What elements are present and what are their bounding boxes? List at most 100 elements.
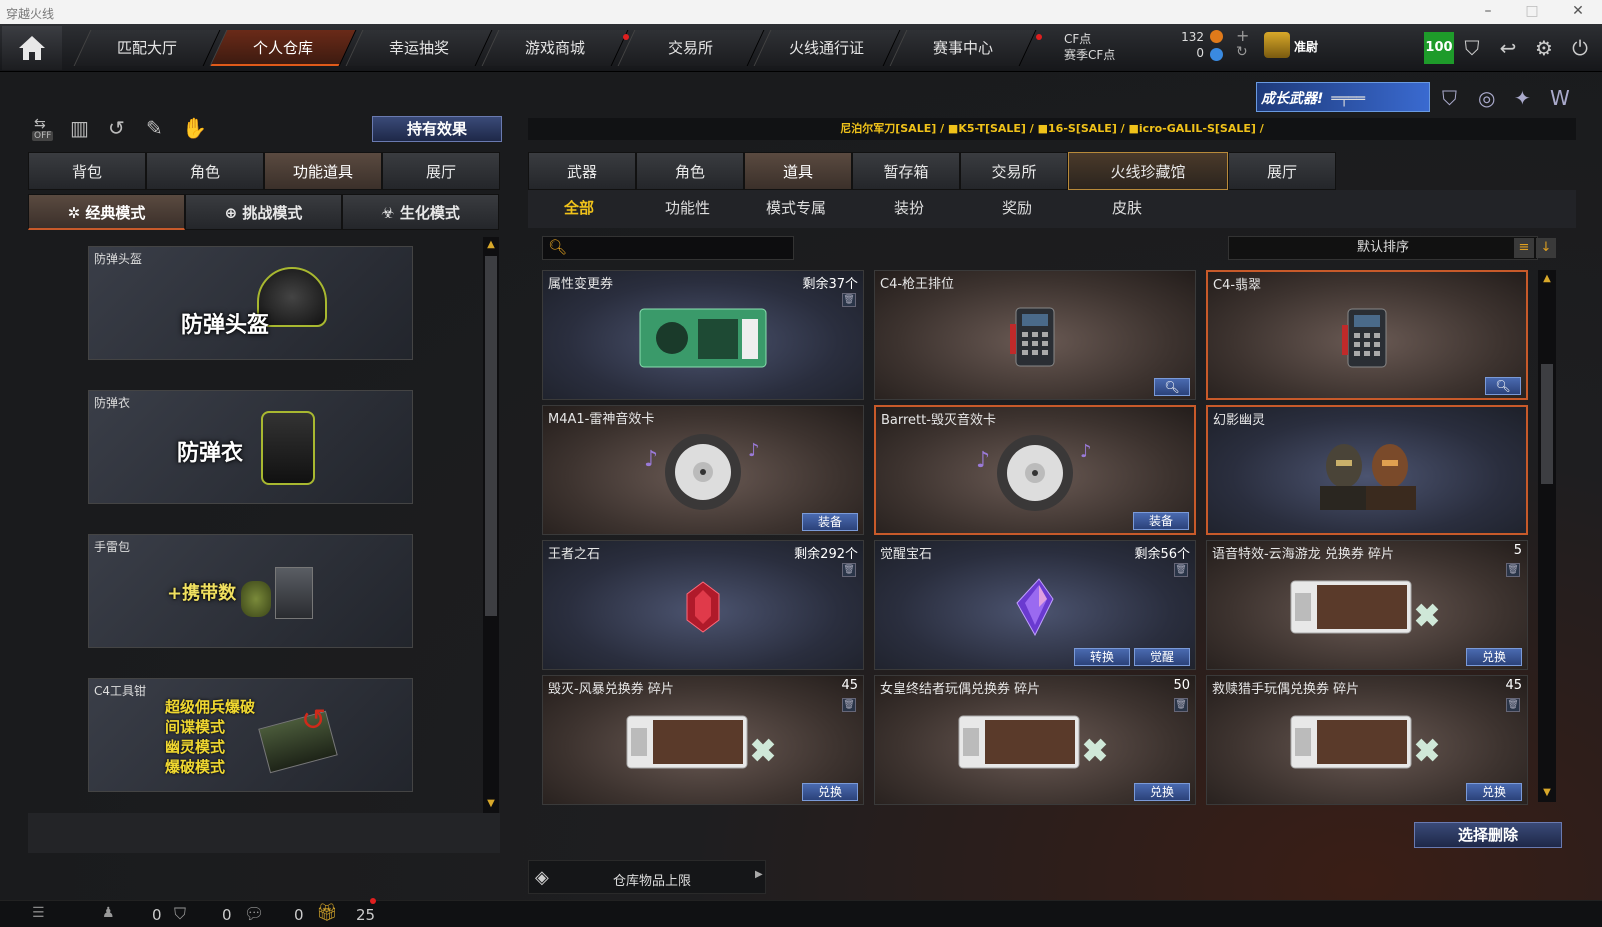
repair-icon[interactable]: ✎ [146,116,163,140]
grid-scroll-up-icon[interactable]: ▲ [1540,272,1554,286]
tab-character[interactable]: 角色 [146,152,264,190]
tab-showroom[interactable]: 展厅 [382,152,500,190]
tab-items[interactable]: 道具 [744,152,852,190]
search-box[interactable]: 🔍︎ [542,236,794,260]
equip-button[interactable]: 装备 [802,513,858,531]
gift-icon[interactable]: 🎁︎ [316,903,338,923]
sale-ticker[interactable]: 尼泊尔军刀[SALE] / ■K5-T[SALE] / ■16-S[SALE] … [528,118,1576,140]
sort-dropdown[interactable]: 默认排序 [1228,236,1538,260]
convert-button[interactable]: 转换 [1074,648,1130,666]
capacity-bar[interactable]: ◈ 仓库物品上限 ▶ [528,860,766,894]
tab-backpack[interactable]: 背包 [28,152,146,190]
right-scrollbar[interactable] [1538,270,1556,802]
magnify-icon[interactable]: 🔍︎ [1485,377,1521,395]
nav-game-shop[interactable]: 游戏商城 [481,30,629,66]
badge-icon-4[interactable]: W [1550,86,1570,110]
tab-function-items[interactable]: 功能道具 [264,152,382,190]
redeem-button[interactable]: 兑换 [1134,783,1190,801]
inventory-item[interactable]: 王者之石 剩余292个 🗑︎ [542,540,864,670]
grid-scroll-thumb[interactable] [1541,364,1553,484]
inventory-item[interactable]: C4-翡翠 🔍︎ [1206,270,1528,400]
cf-points-value: 132 [1181,30,1204,44]
clan-shield-icon[interactable]: ⛉ [174,904,186,924]
redeem-button[interactable]: 兑换 [1466,783,1522,801]
awaken-button[interactable]: 觉醒 [1134,648,1190,666]
select-delete-button[interactable]: 选择删除 [1414,822,1562,848]
tab-weapons[interactable]: 武器 [528,152,636,190]
red-arrow-icon: ↺ [301,703,327,738]
stats-icon[interactable]: ▥ [70,116,89,140]
home-button[interactable] [2,26,62,70]
subtab-rewards[interactable]: 奖励 [1002,197,1032,218]
inventory-item[interactable]: 属性变更券 剩余37个 🗑︎ [542,270,864,400]
scroll-down-icon[interactable]: ▼ [484,797,498,811]
mode-biochemical[interactable]: ☣ 生化模式 [342,194,499,230]
friends-icon[interactable]: ♟ [102,905,115,921]
badge-icon-3[interactable]: ✦ [1514,86,1531,110]
slot-grenade-pack[interactable]: 手雷包 +携带数 [88,534,413,648]
maximize-icon[interactable]: □ [1520,3,1544,19]
item-name: Barrett-毁灭音效卡 [881,413,996,428]
chat-icon[interactable]: 💬︎ [244,904,264,923]
redeem-button[interactable]: 兑换 [802,783,858,801]
inventory-item[interactable]: 语音特效-云海游龙 兑换券 碎片 5 🗑︎ 兑换 [1206,540,1528,670]
inventory-item[interactable]: 女皇终结者玩偶兑换券 碎片 50 🗑︎ 兑换 [874,675,1196,805]
inventory-item[interactable]: 毁灭-风暴兑换券 碎片 45 🗑︎ 兑换 [542,675,864,805]
inventory-item[interactable]: C4-枪王排位 🔍︎ [874,270,1196,400]
season-coin-icon [1210,48,1223,61]
scroll-up-icon[interactable]: ▲ [484,238,498,252]
nav-lucky-draw[interactable]: 幸运抽奖 [345,30,493,66]
menu-list-icon[interactable]: ☰ [32,905,45,921]
badge-icon-1[interactable]: ⛉ [1442,86,1457,110]
settings-gear-icon[interactable]: ⚙ [1530,34,1558,62]
power-icon[interactable]: ⏻ [1566,34,1594,62]
mode-classic[interactable]: ✲ 经典模式 [28,194,185,230]
nav-personal-warehouse[interactable]: 个人仓库 [209,30,357,66]
nav-battle-pass[interactable]: 火线通行证 [753,30,901,66]
add-cf-icon[interactable]: + [1236,26,1249,45]
badge-icon-2[interactable]: ◎ [1478,86,1495,110]
slot-helmet[interactable]: 防弹头盔 防弹头盔 [88,246,413,360]
search-input[interactable] [569,239,789,257]
subtab-functional[interactable]: 功能性 [665,197,710,218]
held-effects-button[interactable]: 持有效果 [372,116,502,142]
growth-weapon-banner[interactable]: 成长武器! ═╤══ [1256,82,1430,112]
tab-exchange[interactable]: 交易所 [960,152,1068,190]
inventory-item[interactable]: M4A1-雷神音效卡 ♪ ♪ 装备 [542,405,864,535]
magnify-icon[interactable]: 🔍︎ [1154,378,1190,396]
tab-collection[interactable]: 火线珍藏馆 [1068,152,1228,190]
sort-direction-icon[interactable]: ↓ [1536,238,1556,258]
equip-button[interactable]: 装备 [1133,512,1189,530]
rifle-icon: ═╤══ [1331,91,1366,107]
shield-icon[interactable]: ⛉ [1458,34,1486,62]
mode-challenge[interactable]: ⊕ 挑战模式 [185,194,342,230]
list-view-icon[interactable]: ≡ [1514,238,1534,258]
subtab-mode-exclusive[interactable]: 模式专属 [766,197,826,218]
inventory-item[interactable]: 觉醒宝石 剩余56个 🗑︎ 转换 觉醒 [874,540,1196,670]
subtab-all[interactable]: 全部 [564,197,594,218]
history-icon[interactable]: ↺ [108,116,125,140]
slot-body-armor[interactable]: 防弹衣 防弹衣 [88,390,413,504]
close-icon[interactable]: ✕ [1566,3,1590,19]
left-scroll-thumb[interactable] [485,256,497,616]
return-icon[interactable]: ↩ [1494,34,1522,62]
tab-characters[interactable]: 角色 [636,152,744,190]
subtab-outfit[interactable]: 装扮 [894,197,924,218]
item-name: M4A1-雷神音效卡 [548,412,655,427]
inventory-item[interactable]: Barrett-毁灭音效卡 ♪ ♪ 装备 [874,405,1196,535]
tab-temp-box[interactable]: 暂存箱 [852,152,960,190]
nav-match-lobby[interactable]: 匹配大厅 [73,30,221,66]
redeem-button[interactable]: 兑换 [1466,648,1522,666]
nav-tournament[interactable]: 赛事中心 [889,30,1037,66]
subtab-skins[interactable]: 皮肤 [1112,197,1142,218]
refresh-icon[interactable]: ↻ [1236,44,1248,60]
slot-c4-pliers[interactable]: C4工具钳 ↺ 超级佣兵爆破 间谍模式 幽灵模式 爆破模式 [88,678,413,792]
nav-exchange[interactable]: 交易所 [617,30,765,66]
glove-icon[interactable]: ✋ [182,116,207,140]
inventory-item[interactable]: 幻影幽灵 [1206,405,1528,535]
inventory-item[interactable]: 救赎猎手玩偶兑换券 碎片 45 🗑︎ 兑换 [1206,675,1528,805]
toggle-off-button[interactable]: ⇆ OFF [30,116,58,142]
tab-gallery[interactable]: 展厅 [1228,152,1336,190]
grid-scroll-down-icon[interactable]: ▼ [1540,786,1554,800]
minimize-icon[interactable]: – [1476,3,1500,19]
